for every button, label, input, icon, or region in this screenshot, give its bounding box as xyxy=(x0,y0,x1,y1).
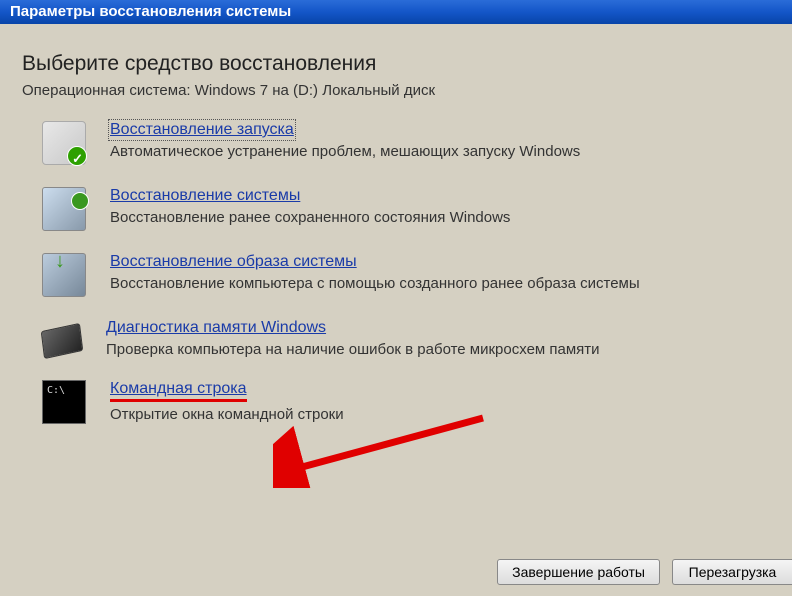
option-system-restore: Восстановление системы Восстановление ра… xyxy=(22,187,792,231)
system-restore-icon xyxy=(42,187,86,231)
os-info: Операционная система: Windows 7 на (D:) … xyxy=(22,82,792,99)
option-memory-diag: Диагностика памяти Windows Проверка комп… xyxy=(22,319,792,358)
command-prompt-icon xyxy=(42,380,86,424)
content-area: Выберите средство восстановления Операци… xyxy=(0,24,792,424)
startup-repair-desc: Автоматическое устранение проблем, мешаю… xyxy=(110,143,792,160)
window-titlebar: Параметры восстановления системы xyxy=(0,0,792,24)
option-startup-repair: Восстановление запуска Автоматическое ус… xyxy=(22,121,792,165)
command-prompt-link[interactable]: Командная строка xyxy=(110,380,247,402)
image-recovery-desc: Восстановление компьютера с помощью созд… xyxy=(110,275,792,292)
memory-diag-desc: Проверка компьютера на наличие ошибок в … xyxy=(106,341,792,358)
restart-button[interactable]: Перезагрузка xyxy=(672,559,792,585)
memory-diag-link[interactable]: Диагностика памяти Windows xyxy=(106,319,326,337)
page-heading: Выберите средство восстановления xyxy=(22,52,792,76)
window-title: Параметры восстановления системы xyxy=(10,3,291,20)
option-image-recovery: Восстановление образа системы Восстановл… xyxy=(22,253,792,297)
option-command-prompt: Командная строка Открытие окна командной… xyxy=(22,380,792,424)
button-bar: Завершение работы Перезагрузка xyxy=(497,559,792,585)
shutdown-button[interactable]: Завершение работы xyxy=(497,559,660,585)
system-restore-link[interactable]: Восстановление системы xyxy=(110,187,300,205)
image-recovery-icon xyxy=(42,253,86,297)
image-recovery-link[interactable]: Восстановление образа системы xyxy=(110,253,357,271)
startup-repair-icon xyxy=(42,121,86,165)
memory-diag-icon xyxy=(41,323,84,359)
command-prompt-desc: Открытие окна командной строки xyxy=(110,406,792,423)
system-restore-desc: Восстановление ранее сохраненного состоя… xyxy=(110,209,792,226)
startup-repair-link[interactable]: Восстановление запуска xyxy=(110,121,294,139)
